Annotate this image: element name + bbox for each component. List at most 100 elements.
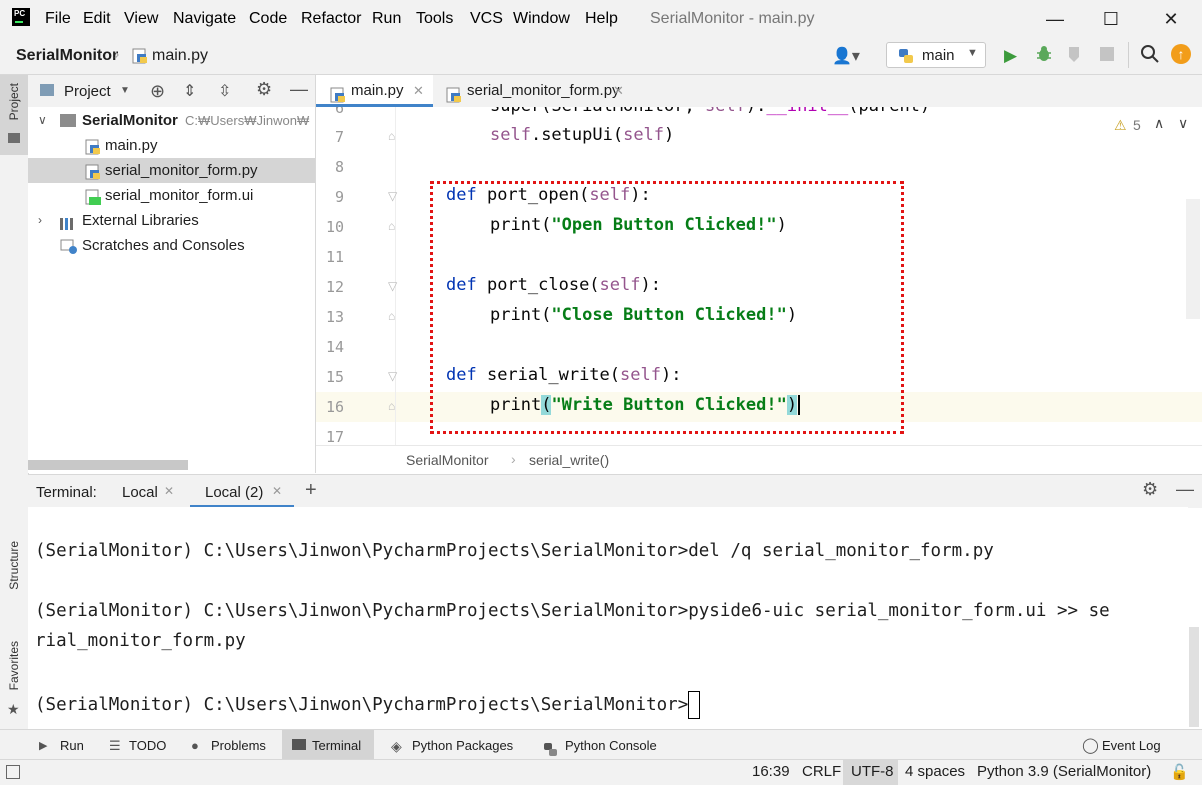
close-tab-icon[interactable]: ✕ bbox=[164, 484, 174, 498]
breadcrumb-method[interactable]: serial_write() bbox=[529, 452, 609, 468]
code-line-6: super(SerialMonitor, self).__init__(pare… bbox=[490, 107, 930, 116]
menu-edit[interactable]: Edit bbox=[83, 10, 111, 30]
crosshair-icon[interactable]: ⊕ bbox=[150, 81, 165, 102]
chevron-down-icon: ∨ bbox=[38, 113, 47, 127]
tool-event-log[interactable]: ◯ Event Log bbox=[1074, 730, 1174, 760]
terminal-label: Terminal: bbox=[36, 484, 97, 501]
expand-all-icon[interactable]: ⇕ bbox=[183, 81, 196, 101]
event-log-icon: ◯ bbox=[1082, 737, 1099, 754]
tree-file-main[interactable]: main.py bbox=[28, 133, 315, 158]
breadcrumb-class[interactable]: SerialMonitor bbox=[406, 452, 488, 468]
line-number: 14 bbox=[325, 338, 344, 356]
tree-scratches[interactable]: Scratches and Consoles bbox=[28, 233, 315, 258]
python-interpreter[interactable]: Python 3.9 (SerialMonitor) bbox=[977, 763, 1151, 780]
project-side-label: Project bbox=[7, 83, 21, 121]
fold-icon[interactable]: ⌂ bbox=[388, 399, 395, 413]
tab-project-side[interactable]: Project bbox=[0, 75, 28, 155]
tool-problems[interactable]: ● Problems bbox=[182, 730, 274, 760]
python-file-icon bbox=[132, 48, 148, 68]
tool-todo[interactable]: ☰ TODO bbox=[100, 730, 175, 760]
project-panel-header: Project ▼ ⊕ ⇕ ⇳ ⚙ — bbox=[28, 75, 315, 107]
menu-view[interactable]: View bbox=[124, 10, 158, 30]
line-number: 7 bbox=[334, 128, 344, 146]
navigation-bar: SerialMonitor › main.py 👤▾ main ▼ ▶ ↑ bbox=[0, 38, 1202, 75]
menu-vcs[interactable]: VCS bbox=[470, 10, 503, 30]
terminal-header: Terminal: Local ✕ Local (2) ✕ + ⚙ — bbox=[28, 474, 1202, 508]
menu-refactor[interactable]: Refactor bbox=[301, 10, 361, 30]
indent-setting[interactable]: 4 spaces bbox=[905, 763, 965, 780]
fold-icon[interactable]: ⌂ bbox=[388, 129, 395, 143]
terminal-tab-local[interactable]: Local ✕ bbox=[112, 475, 182, 508]
lock-icon[interactable]: 🔓 bbox=[1170, 763, 1189, 781]
tab-favorites-side[interactable]: Favorites ★ bbox=[0, 635, 28, 725]
line-separator[interactable]: CRLF bbox=[802, 763, 841, 780]
collapse-all-icon[interactable]: ⇳ bbox=[218, 81, 231, 101]
breadcrumb-file[interactable]: main.py bbox=[152, 47, 208, 65]
menu-navigate[interactable]: Navigate bbox=[173, 10, 236, 30]
chevron-right-icon: › bbox=[38, 213, 42, 227]
add-terminal-icon[interactable]: + bbox=[305, 479, 317, 502]
project-title[interactable]: Project bbox=[64, 83, 111, 100]
tree-file-form-py[interactable]: serial_monitor_form.py bbox=[28, 158, 315, 183]
folder-icon bbox=[60, 114, 76, 127]
terminal-scrollbar[interactable] bbox=[1189, 627, 1199, 727]
tab-main-py[interactable]: main.py ✕ bbox=[316, 75, 433, 107]
menu-run[interactable]: Run bbox=[372, 10, 401, 30]
tool-python-console[interactable]: Python Console bbox=[535, 730, 670, 760]
star-icon: ★ bbox=[7, 701, 20, 717]
hide-icon[interactable]: — bbox=[1176, 479, 1194, 500]
debug-icon[interactable] bbox=[1034, 44, 1054, 68]
close-icon[interactable]: ✕ bbox=[1148, 6, 1194, 32]
fold-icon[interactable]: ▽ bbox=[388, 189, 397, 203]
scratches-label: Scratches and Consoles bbox=[82, 237, 245, 254]
gear-icon[interactable]: ⚙ bbox=[256, 79, 272, 100]
list-icon: ☰ bbox=[109, 738, 121, 753]
user-icon[interactable]: 👤▾ bbox=[832, 46, 860, 66]
tab-serial-monitor-form-py[interactable]: serial_monitor_form.py ✕ bbox=[433, 75, 633, 107]
gear-icon[interactable]: ⚙ bbox=[1142, 479, 1158, 500]
fold-icon[interactable]: ⌂ bbox=[388, 219, 395, 233]
file-encoding[interactable]: UTF-8 bbox=[851, 763, 894, 780]
tool-run[interactable]: ▶ Run bbox=[30, 730, 92, 760]
minimize-icon[interactable]: — bbox=[1032, 6, 1078, 32]
menu-window[interactable]: Window bbox=[513, 10, 570, 30]
terminal-output[interactable]: (SerialMonitor) C:\Users\Jinwon\PycharmP… bbox=[28, 507, 1188, 729]
run-icon[interactable]: ▶ bbox=[1004, 46, 1017, 66]
tree-file-form-ui[interactable]: serial_monitor_form.ui bbox=[28, 183, 315, 208]
editor-scrollbar[interactable] bbox=[1186, 199, 1200, 319]
close-tab-icon[interactable]: ✕ bbox=[413, 75, 424, 107]
fold-icon[interactable]: ▽ bbox=[388, 369, 397, 383]
code-line-7: self.setupUi(self) bbox=[490, 125, 675, 145]
tree-root[interactable]: ∨ SerialMonitor C:₩Users₩Jinwon₩ bbox=[28, 108, 315, 133]
chevron-down-icon[interactable]: ▼ bbox=[120, 85, 130, 96]
warning-icon[interactable]: ⚠ bbox=[1114, 117, 1127, 134]
terminal-tab-local-2[interactable]: Local (2) ✕ bbox=[190, 475, 294, 508]
horizontal-scrollbar[interactable] bbox=[28, 460, 188, 470]
maximize-icon[interactable]: ☐ bbox=[1088, 6, 1134, 32]
menu-file[interactable]: File bbox=[45, 10, 71, 30]
toggle-tool-windows-icon[interactable] bbox=[6, 765, 20, 779]
hide-icon[interactable]: — bbox=[290, 79, 308, 100]
tree-external-libraries[interactable]: › External Libraries bbox=[28, 208, 315, 233]
coverage-icon[interactable] bbox=[1066, 45, 1084, 67]
close-tab-icon[interactable]: ✕ bbox=[613, 75, 624, 107]
menu-tools[interactable]: Tools bbox=[416, 10, 453, 30]
tool-label: Python Console bbox=[565, 738, 657, 753]
next-highlight-icon[interactable]: ∨ bbox=[1178, 115, 1188, 132]
caret-position[interactable]: 16:39 bbox=[752, 763, 790, 780]
fold-icon[interactable]: ⌂ bbox=[388, 309, 395, 323]
fold-icon[interactable]: ▽ bbox=[388, 279, 397, 293]
search-icon[interactable] bbox=[1140, 44, 1160, 68]
previous-highlight-icon[interactable]: ∧ bbox=[1154, 115, 1164, 132]
stop-icon[interactable] bbox=[1100, 47, 1114, 61]
update-icon[interactable]: ↑ bbox=[1171, 44, 1191, 64]
close-tab-icon[interactable]: ✕ bbox=[272, 484, 282, 498]
run-config-select[interactable]: main ▼ bbox=[886, 42, 986, 68]
menu-code[interactable]: Code bbox=[249, 10, 287, 30]
tool-terminal[interactable]: Terminal bbox=[282, 730, 374, 760]
menu-help[interactable]: Help bbox=[585, 10, 618, 30]
breadcrumb-project[interactable]: SerialMonitor bbox=[16, 47, 118, 65]
chevron-down-icon: ▼ bbox=[967, 47, 978, 59]
tab-structure-side[interactable]: Structure bbox=[0, 533, 28, 623]
tool-python-packages[interactable]: ◈ Python Packages bbox=[382, 730, 522, 760]
